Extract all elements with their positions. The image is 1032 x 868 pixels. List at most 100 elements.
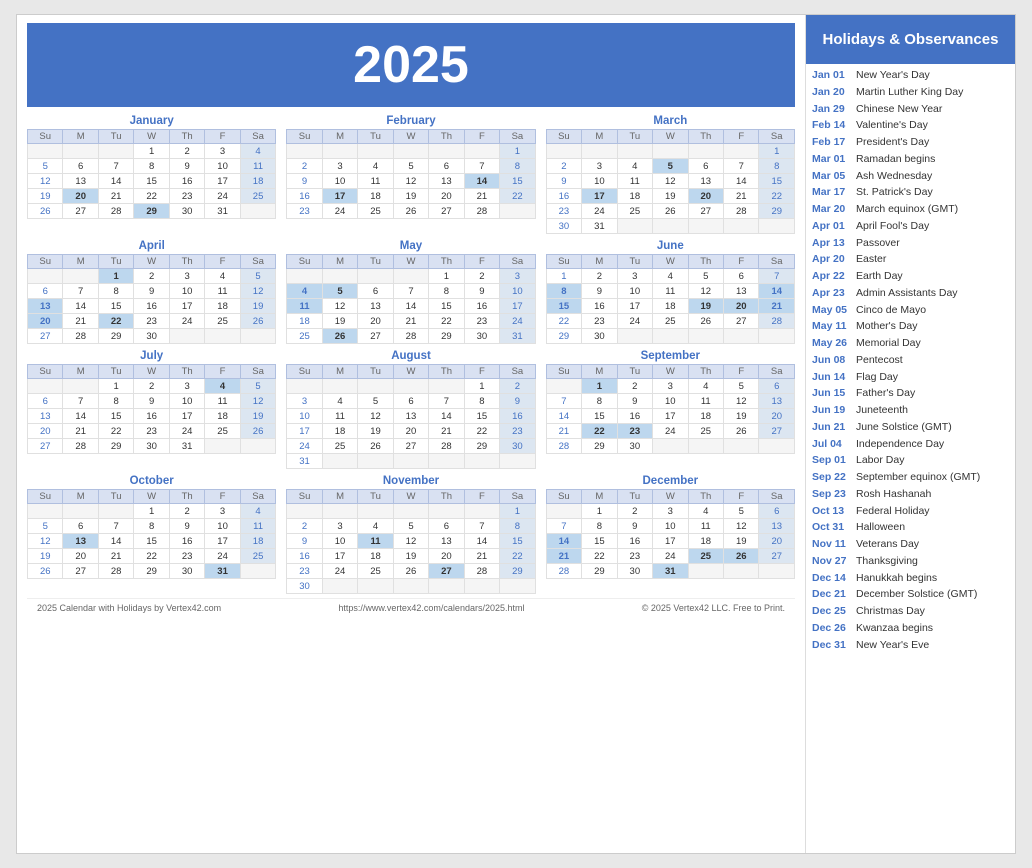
day-cell: 24 <box>169 314 204 329</box>
empty-cell <box>724 219 759 234</box>
day-cell: 20 <box>393 424 428 439</box>
day-cell: 7 <box>464 519 499 534</box>
empty-cell <box>358 454 393 469</box>
day-cell: 23 <box>582 314 617 329</box>
empty-cell <box>393 579 428 594</box>
day-cell: 10 <box>500 284 536 299</box>
day-cell: 3 <box>205 504 240 519</box>
day-cell: 17 <box>287 424 322 439</box>
holiday-date: May 05 <box>812 303 856 319</box>
day-cell: 13 <box>724 284 759 299</box>
holiday-name: Labor Day <box>856 453 904 469</box>
empty-cell <box>688 564 723 579</box>
holiday-name: Chinese New Year <box>856 102 942 118</box>
day-cell: 11 <box>688 519 723 534</box>
day-cell: 13 <box>63 534 98 549</box>
day-cell: 14 <box>393 299 428 314</box>
day-cell: 22 <box>98 424 133 439</box>
day-cell: 9 <box>617 394 652 409</box>
day-cell: 13 <box>393 409 428 424</box>
month-title: April <box>27 240 276 252</box>
day-cell: 27 <box>358 329 393 344</box>
empty-cell <box>617 219 652 234</box>
holiday-item: Oct 13Federal Holiday <box>812 504 1009 520</box>
day-cell: 18 <box>322 424 357 439</box>
day-cell: 1 <box>134 504 169 519</box>
holiday-name: December Solstice (GMT) <box>856 587 977 603</box>
page: 2025 JanuarySuMTuWThFSa12345678910111213… <box>16 14 1016 854</box>
day-cell: 11 <box>653 284 688 299</box>
month-block: AprilSuMTuWThFSa123456789101112131415161… <box>27 240 276 344</box>
day-cell: 12 <box>653 174 688 189</box>
day-cell: 17 <box>582 189 617 204</box>
day-cell: 5 <box>724 379 759 394</box>
day-cell: 25 <box>205 424 240 439</box>
day-cell: 21 <box>63 424 98 439</box>
day-cell: 6 <box>28 394 63 409</box>
month-block: JanuarySuMTuWThFSa1234567891011121314151… <box>27 115 276 234</box>
day-cell: 17 <box>500 299 536 314</box>
day-cell: 11 <box>688 394 723 409</box>
month-table: SuMTuWThFSa12345678910111213141516171819… <box>286 489 535 594</box>
day-cell: 5 <box>28 159 63 174</box>
month-table: SuMTuWThFSa12345678910111213141516171819… <box>27 129 276 219</box>
empty-cell <box>582 144 617 159</box>
day-cell: 21 <box>546 549 581 564</box>
day-cell: 27 <box>429 204 464 219</box>
day-cell: 22 <box>759 189 795 204</box>
holiday-name: Admin Assistants Day <box>856 286 958 302</box>
day-cell: 9 <box>287 174 322 189</box>
day-cell: 2 <box>169 144 204 159</box>
day-cell: 22 <box>500 549 536 564</box>
month-block: SeptemberSuMTuWThFSa12345678910111213141… <box>546 350 795 469</box>
day-cell: 28 <box>98 204 133 219</box>
day-cell: 7 <box>63 394 98 409</box>
holiday-date: Dec 31 <box>812 638 856 654</box>
day-cell: 21 <box>429 424 464 439</box>
day-cell: 25 <box>205 314 240 329</box>
day-cell: 26 <box>653 204 688 219</box>
day-cell: 12 <box>240 284 276 299</box>
day-cell: 22 <box>546 314 581 329</box>
month-block: JuneSuMTuWThFSa1234567891011121314151617… <box>546 240 795 344</box>
holiday-date: Sep 22 <box>812 470 856 486</box>
holiday-date: Mar 01 <box>812 152 856 168</box>
empty-cell <box>393 379 428 394</box>
day-cell: 15 <box>98 409 133 424</box>
empty-cell <box>759 564 795 579</box>
day-cell: 28 <box>393 329 428 344</box>
holiday-name: Juneteenth <box>856 403 908 419</box>
day-cell: 25 <box>358 564 393 579</box>
day-cell: 2 <box>582 269 617 284</box>
day-cell: 20 <box>724 299 759 314</box>
day-cell: 19 <box>653 189 688 204</box>
day-cell: 15 <box>98 299 133 314</box>
day-cell: 27 <box>759 549 795 564</box>
empty-cell <box>546 504 581 519</box>
day-cell: 2 <box>169 504 204 519</box>
day-cell: 22 <box>464 424 499 439</box>
day-cell: 10 <box>653 519 688 534</box>
day-cell: 20 <box>429 189 464 204</box>
day-cell: 27 <box>63 564 98 579</box>
day-cell: 13 <box>63 174 98 189</box>
day-cell: 2 <box>134 269 169 284</box>
empty-cell <box>464 579 499 594</box>
day-cell: 26 <box>358 439 393 454</box>
empty-cell <box>688 439 723 454</box>
holiday-date: Mar 20 <box>812 202 856 218</box>
holiday-date: Jun 19 <box>812 403 856 419</box>
empty-cell <box>653 439 688 454</box>
day-cell: 27 <box>724 314 759 329</box>
day-cell: 2 <box>464 269 499 284</box>
day-cell: 12 <box>724 394 759 409</box>
day-cell: 2 <box>617 504 652 519</box>
day-cell: 24 <box>617 314 652 329</box>
day-cell: 13 <box>759 519 795 534</box>
day-cell: 8 <box>98 394 133 409</box>
day-cell: 22 <box>582 549 617 564</box>
day-cell: 12 <box>358 409 393 424</box>
day-cell: 3 <box>500 269 536 284</box>
day-cell: 25 <box>358 204 393 219</box>
holiday-name: Independence Day <box>856 437 944 453</box>
